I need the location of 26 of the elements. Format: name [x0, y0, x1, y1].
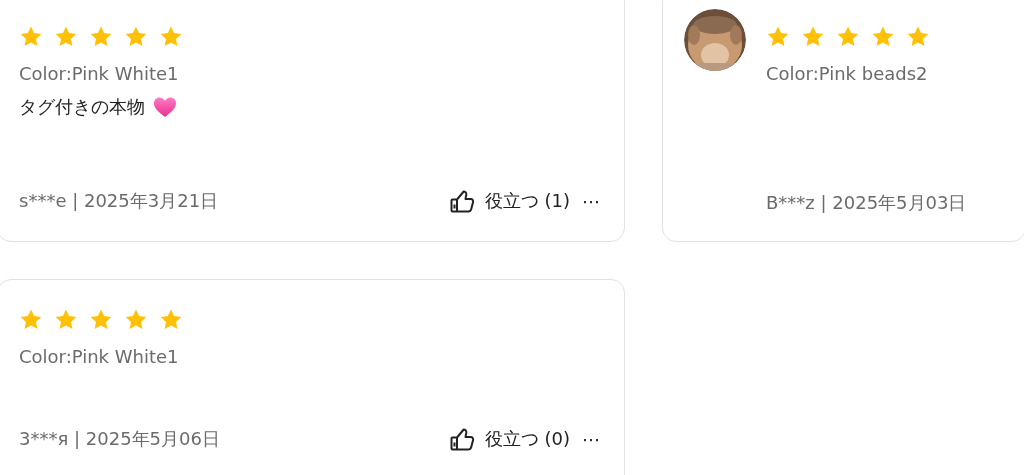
star-icon: [89, 308, 113, 332]
star-icon: [19, 25, 43, 49]
variant-label: Color:Pink beads2: [766, 63, 928, 84]
star-icon: [54, 308, 78, 332]
helpful-button[interactable]: 役立つ (0): [448, 425, 570, 453]
star-icon: [159, 308, 183, 332]
star-icon: [801, 25, 825, 49]
star-icon: [89, 25, 113, 49]
star-icon: [159, 25, 183, 49]
star-icon: [766, 25, 790, 49]
star-icon: [54, 25, 78, 49]
reviewer-date: B***z | 2025年5月03日: [766, 191, 967, 215]
review-text: タグ付きの本物: [19, 96, 145, 118]
more-button[interactable]: ⋯: [582, 190, 600, 212]
more-button[interactable]: ⋯: [582, 428, 600, 450]
reviewer-date: 3***я | 2025年5月06日: [19, 427, 220, 451]
variant-label: Color:Pink White1: [19, 346, 179, 367]
helpful-button[interactable]: 役立つ (1): [448, 187, 570, 215]
star-icon: [19, 308, 43, 332]
reviewer-date: s***e | 2025年3月21日: [19, 189, 219, 213]
variant-label: Color:Pink White1: [19, 63, 179, 84]
star-icon: [906, 25, 930, 49]
star-icon: [871, 25, 895, 49]
star-icon: [124, 308, 148, 332]
star-icon: [836, 25, 860, 49]
star-icon: [124, 25, 148, 49]
